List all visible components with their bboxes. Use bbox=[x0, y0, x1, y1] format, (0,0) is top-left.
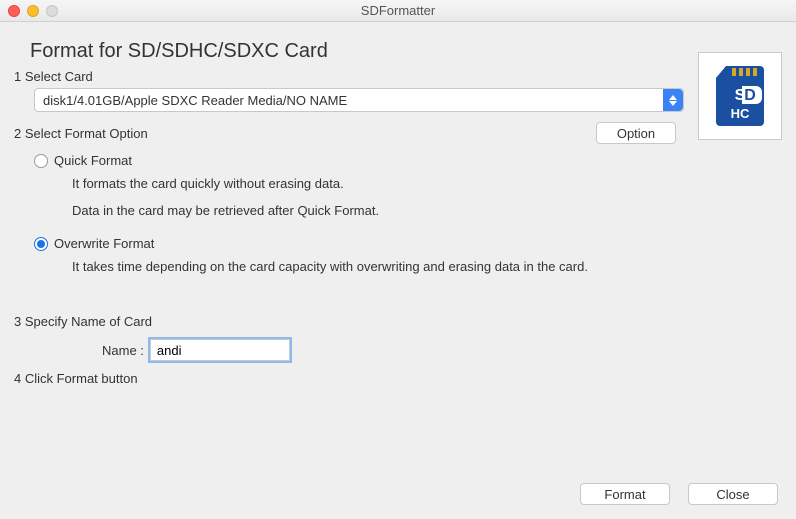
titlebar: SDFormatter bbox=[0, 0, 796, 22]
card-select[interactable]: disk1/4.01GB/Apple SDXC Reader Media/NO … bbox=[34, 88, 684, 112]
step-1-label: 1 Select Card bbox=[14, 69, 786, 84]
overwrite-format-option[interactable]: Overwrite Format bbox=[34, 236, 786, 251]
svg-text:D: D bbox=[744, 87, 756, 104]
quick-format-desc-2: Data in the card may be retrieved after … bbox=[72, 203, 786, 218]
name-label: Name : bbox=[102, 343, 144, 358]
card-select-value: disk1/4.01GB/Apple SDXC Reader Media/NO … bbox=[43, 93, 347, 108]
page-title: Format for SD/SDHC/SDXC Card bbox=[30, 40, 786, 63]
sd-card-logo: S D HC bbox=[698, 52, 782, 140]
window-title: SDFormatter bbox=[0, 3, 796, 18]
step-3-label: 3 Specify Name of Card bbox=[14, 314, 786, 329]
quick-format-label: Quick Format bbox=[54, 153, 132, 168]
card-name-input[interactable] bbox=[150, 339, 290, 361]
step-2-label: 2 Select Format Option bbox=[14, 126, 596, 141]
overwrite-format-desc: It takes time depending on the card capa… bbox=[72, 259, 786, 274]
quick-format-desc-1: It formats the card quickly without eras… bbox=[72, 176, 786, 191]
sdhc-label: HC bbox=[731, 106, 750, 121]
option-button[interactable]: Option bbox=[596, 122, 676, 144]
radio-icon bbox=[34, 237, 48, 251]
dropdown-arrows-icon bbox=[663, 89, 683, 111]
format-button[interactable]: Format bbox=[580, 483, 670, 505]
overwrite-format-label: Overwrite Format bbox=[54, 236, 154, 251]
quick-format-option[interactable]: Quick Format bbox=[34, 153, 786, 168]
radio-icon bbox=[34, 154, 48, 168]
close-button[interactable]: Close bbox=[688, 483, 778, 505]
step-4-label: 4 Click Format button bbox=[14, 371, 786, 386]
